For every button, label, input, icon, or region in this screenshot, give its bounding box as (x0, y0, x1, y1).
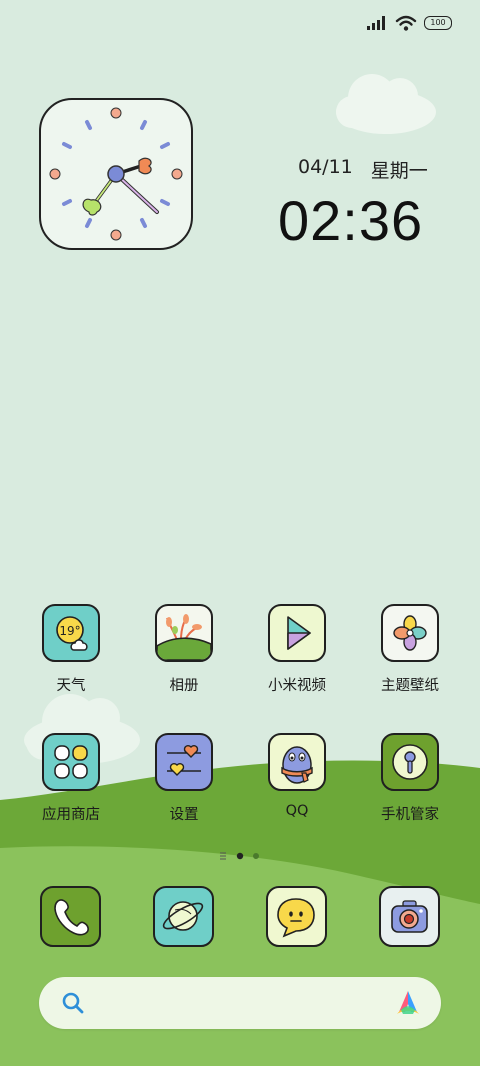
themes-clover-icon[interactable] (381, 604, 439, 662)
dock-phone[interactable] (40, 886, 101, 947)
security-lock-icon[interactable] (381, 733, 439, 791)
weather-icon[interactable]: 19° (42, 604, 100, 662)
app-label: 天气 (56, 678, 86, 694)
camera-icon[interactable] (379, 886, 440, 947)
date-text: 04/11 (298, 156, 353, 178)
app-label: 手机管家 (381, 807, 439, 823)
app-settings[interactable]: 设置 (139, 733, 229, 824)
app-themes[interactable]: 主题壁纸 (365, 604, 455, 695)
time-display[interactable]: 02:36 (278, 188, 423, 253)
app-security[interactable]: 手机管家 (365, 733, 455, 824)
app-label: QQ (285, 803, 309, 819)
dock-browser[interactable] (153, 886, 214, 947)
messages-bubble-icon[interactable] (266, 886, 327, 947)
gallery-icon[interactable] (155, 604, 213, 662)
app-video[interactable]: 小米视频 (252, 604, 342, 695)
app-label: 小米视频 (268, 678, 326, 694)
app-qq[interactable]: QQ (252, 733, 342, 819)
qq-penguin-icon[interactable] (268, 733, 326, 791)
signal-bars-icon (367, 16, 385, 30)
analog-clock-widget[interactable] (39, 98, 193, 250)
battery-indicator: 100 (424, 16, 452, 30)
app-store-icon[interactable] (42, 733, 100, 791)
app-gallery[interactable]: 相册 (139, 604, 229, 695)
app-store[interactable]: 应用商店 (26, 733, 116, 824)
app-label: 应用商店 (42, 807, 100, 823)
app-vault-logo-icon[interactable] (393, 988, 423, 1018)
video-play-icon[interactable] (268, 604, 326, 662)
search-icon[interactable] (61, 991, 85, 1015)
phone-icon[interactable] (40, 886, 101, 947)
dock-camera[interactable] (379, 886, 440, 947)
date-display: 04/11 星期一 (298, 156, 428, 183)
browser-planet-icon[interactable] (153, 886, 214, 947)
page-indicator[interactable] (219, 850, 263, 862)
app-label: 设置 (169, 807, 199, 823)
search-bar[interactable] (39, 977, 441, 1029)
weekday-text: 星期一 (370, 160, 428, 182)
app-label: 相册 (169, 678, 199, 694)
wifi-icon (395, 15, 417, 31)
app-weather[interactable]: 19° 天气 (26, 604, 116, 695)
dock-messages[interactable] (266, 886, 327, 947)
settings-sliders-icon[interactable] (155, 733, 213, 791)
status-bar: 100 (366, 10, 452, 36)
app-label: 主题壁纸 (381, 678, 439, 694)
weather-temp: 19° (59, 624, 80, 638)
